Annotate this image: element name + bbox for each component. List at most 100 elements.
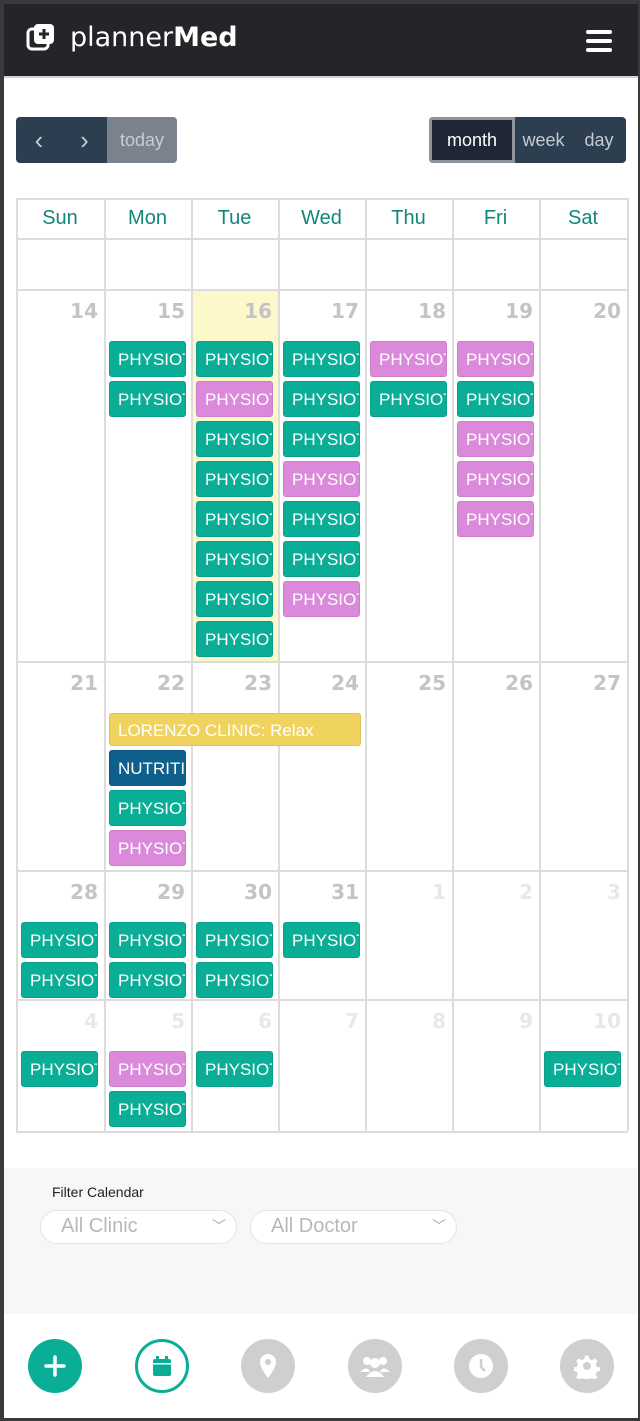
day-number[interactable]: 6 <box>192 1009 272 1033</box>
patients-nav-button[interactable] <box>348 1339 402 1393</box>
day-number[interactable]: 10 <box>541 1009 621 1033</box>
grid-line <box>16 198 628 200</box>
event-teal[interactable]: PHYSIOTHERAPY <box>196 421 273 457</box>
event-pink[interactable]: PHYSIOTHERAPY <box>370 341 447 377</box>
event-teal[interactable]: PHYSIOTHERAPY <box>21 922 98 958</box>
today-button[interactable]: today <box>107 117 177 163</box>
calendar-nav-button[interactable] <box>135 1339 189 1393</box>
hamburger-icon[interactable] <box>586 30 612 52</box>
month-view-button[interactable]: month <box>429 117 515 163</box>
event-teal[interactable]: PHYSIOTHERAPY <box>21 1051 98 1087</box>
event-span[interactable]: LORENZO CLINIC: Relax <box>109 713 361 746</box>
chevron-down-icon: ﹀ <box>432 1218 446 1234</box>
day-number[interactable]: 19 <box>453 299 533 323</box>
day-number[interactable]: 31 <box>279 880 359 904</box>
event-teal[interactable]: PHYSIOTHERAPY <box>109 381 186 417</box>
event-teal[interactable]: PHYSIOTHERAPY <box>283 421 360 457</box>
week-view-button[interactable]: week <box>515 117 572 163</box>
event-teal[interactable]: PHYSIOTHERAPY <box>283 541 360 577</box>
event-teal[interactable]: PHYSIOTHERAPY <box>196 621 273 657</box>
event-teal[interactable]: PHYSIOTHERAPY <box>283 501 360 537</box>
weekday-header: Sat <box>567 206 599 229</box>
add-button[interactable] <box>28 1339 82 1393</box>
day-number[interactable]: 30 <box>192 880 272 904</box>
day-number[interactable]: 28 <box>18 880 98 904</box>
event-teal[interactable]: PHYSIOTHERAPY <box>370 381 447 417</box>
event-teal[interactable]: PHYSIOTHERAPY <box>196 962 273 998</box>
day-number[interactable]: 15 <box>105 299 185 323</box>
day-number[interactable]: 9 <box>453 1009 533 1033</box>
day-number[interactable]: 22 <box>105 671 185 695</box>
clinic-select-value: All Clinic <box>61 1215 138 1237</box>
event-pink[interactable]: PHYSIOTHERAPY <box>109 830 186 866</box>
next-button[interactable]: › <box>62 117 107 163</box>
event-pink[interactable]: PHYSIOTHERAPY <box>109 1051 186 1087</box>
event-pink[interactable]: PHYSIOTHERAPY <box>457 501 534 537</box>
event-pink[interactable]: PHYSIOTHERAPY <box>283 581 360 617</box>
day-number[interactable]: 27 <box>541 671 621 695</box>
locations-nav-button[interactable] <box>241 1339 295 1393</box>
prev-button[interactable]: ‹ <box>16 117 62 163</box>
day-number[interactable]: 5 <box>105 1009 185 1033</box>
day-number[interactable]: 26 <box>453 671 533 695</box>
day-number[interactable]: 14 <box>18 299 98 323</box>
grid-line <box>16 661 628 663</box>
event-teal[interactable]: PHYSIOTHERAPY <box>21 962 98 998</box>
event-pink[interactable]: PHYSIOTHERAPY <box>457 341 534 377</box>
day-number[interactable]: 1 <box>366 880 446 904</box>
event-teal[interactable]: PHYSIOTHERAPY <box>544 1051 621 1087</box>
weekday-header: Mon <box>128 206 167 229</box>
users-icon <box>360 1357 390 1377</box>
app-frame: planner Med ‹ › today month week day Sun M… <box>4 4 638 1418</box>
day-number[interactable]: 4 <box>18 1009 98 1033</box>
event-teal[interactable]: PHYSIOTHERAPY <box>283 922 360 958</box>
clinic-select[interactable]: All Clinic ﹀ <box>40 1210 237 1244</box>
event-teal[interactable]: PHYSIOTHERAPY <box>196 1051 273 1087</box>
grid-line <box>16 999 628 1001</box>
history-nav-button[interactable] <box>454 1339 508 1393</box>
event-teal[interactable]: PHYSIOTHERAPY <box>109 922 186 958</box>
event-pink[interactable]: PHYSIOTHERAPY <box>457 461 534 497</box>
event-teal[interactable]: PHYSIOTHERAPY <box>109 790 186 826</box>
grid-line <box>16 238 628 240</box>
day-number[interactable]: 7 <box>279 1009 359 1033</box>
event-teal[interactable]: PHYSIOTHERAPY <box>109 341 186 377</box>
logo[interactable]: planner Med <box>26 22 238 53</box>
event-navy[interactable]: NUTRITION <box>109 750 186 786</box>
event-pink[interactable]: PHYSIOTHERAPY <box>196 381 273 417</box>
day-number[interactable]: 8 <box>366 1009 446 1033</box>
day-view-button[interactable]: day <box>572 117 626 163</box>
day-number[interactable]: 23 <box>192 671 272 695</box>
day-number[interactable]: 20 <box>541 299 621 323</box>
grid-line <box>16 870 628 872</box>
day-number[interactable]: 21 <box>18 671 98 695</box>
medical-plus-icon <box>26 23 54 50</box>
settings-nav-button[interactable] <box>560 1339 614 1393</box>
event-teal[interactable]: PHYSIOTHERAPY <box>109 1091 186 1127</box>
event-teal[interactable]: PHYSIOTHERAPY <box>196 501 273 537</box>
day-number[interactable]: 2 <box>453 880 533 904</box>
event-pink[interactable]: PHYSIOTHERAPY <box>283 461 360 497</box>
day-number[interactable]: 24 <box>279 671 359 695</box>
day-number[interactable]: 25 <box>366 671 446 695</box>
day-number[interactable]: 29 <box>105 880 185 904</box>
event-teal[interactable]: PHYSIOTHERAPY <box>196 461 273 497</box>
day-number[interactable]: 3 <box>541 880 621 904</box>
day-number[interactable]: 17 <box>279 299 359 323</box>
event-teal[interactable]: PHYSIOTHERAPY <box>457 381 534 417</box>
event-teal[interactable]: PHYSIOTHERAPY <box>109 962 186 998</box>
weekday-header: Tue <box>217 206 252 229</box>
event-teal[interactable]: PHYSIOTHERAPY <box>283 341 360 377</box>
clock-icon <box>469 1354 493 1378</box>
day-number[interactable]: 16 <box>192 299 272 323</box>
event-pink[interactable]: PHYSIOTHERAPY <box>457 421 534 457</box>
location-pin-icon <box>260 1354 276 1378</box>
event-teal[interactable]: PHYSIOTHERAPY <box>196 581 273 617</box>
event-teal[interactable]: PHYSIOTHERAPY <box>283 381 360 417</box>
event-teal[interactable]: PHYSIOTHERAPY <box>196 922 273 958</box>
weekday-header: Fri <box>483 206 508 229</box>
event-teal[interactable]: PHYSIOTHERAPY <box>196 541 273 577</box>
event-teal[interactable]: PHYSIOTHERAPY <box>196 341 273 377</box>
day-number[interactable]: 18 <box>366 299 446 323</box>
doctor-select[interactable]: All Doctor ﹀ <box>250 1210 457 1244</box>
